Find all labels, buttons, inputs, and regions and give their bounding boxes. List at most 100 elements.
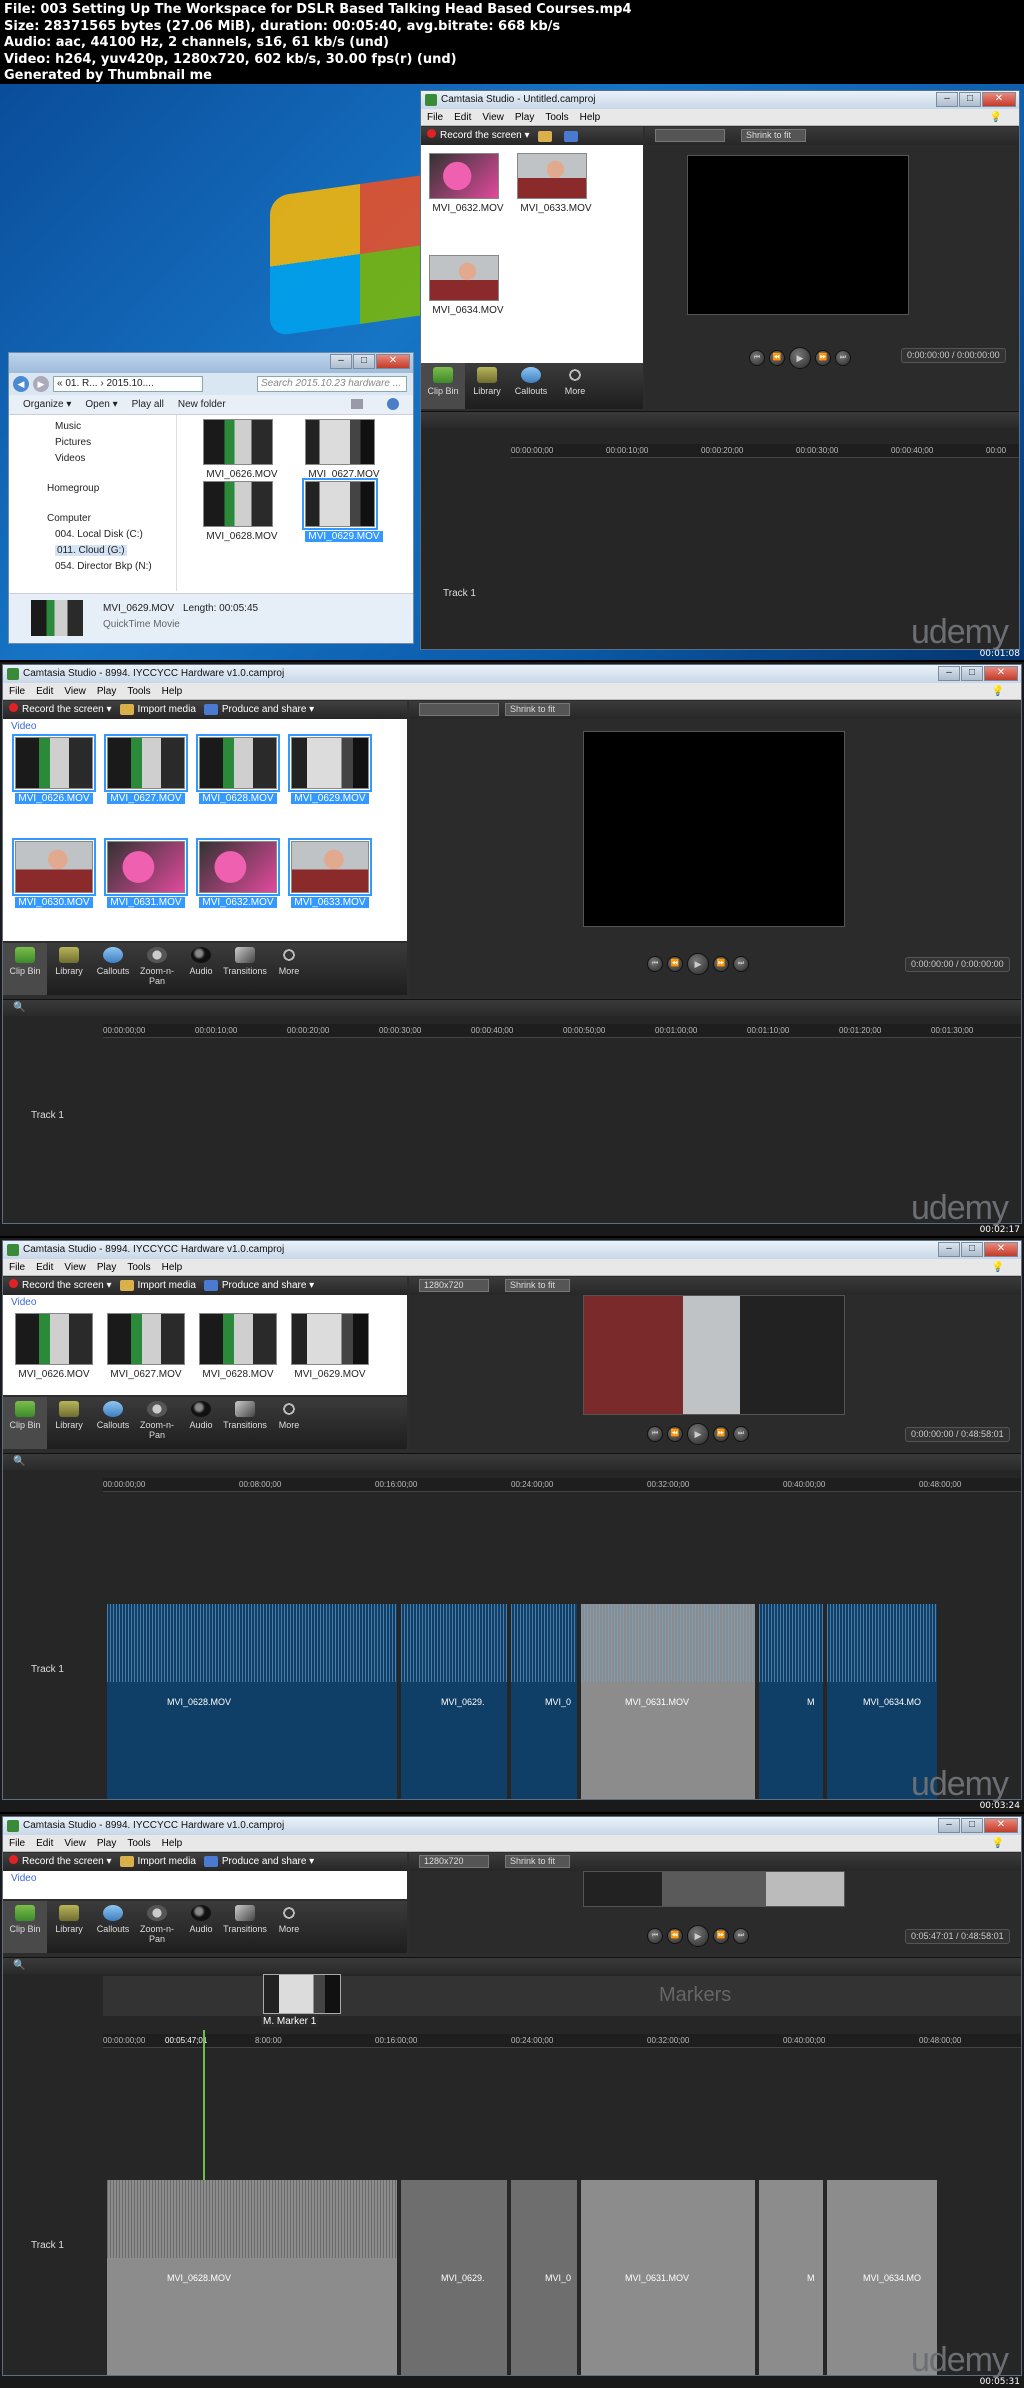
rewind-icon[interactable]: ⏪: [667, 1928, 683, 1944]
menu-edit[interactable]: Edit: [454, 112, 471, 123]
resolution-dropdown[interactable]: [655, 129, 725, 142]
help-bulb-icon[interactable]: 💡: [992, 1835, 1004, 1852]
zoom-dropdown[interactable]: Shrink to fit: [741, 129, 807, 142]
produce-share-button[interactable]: Produce and share ▾: [203, 1277, 314, 1295]
help-icon[interactable]: [387, 398, 399, 410]
clip-thumbnail[interactable]: MVI_0629.MOV: [288, 734, 372, 804]
minimize-icon[interactable]: –: [330, 354, 352, 369]
menu-play[interactable]: Play: [97, 686, 116, 697]
resolution-dropdown[interactable]: 1280x720: [419, 1855, 489, 1868]
play-all-button[interactable]: Play all: [132, 399, 164, 410]
minimize-icon[interactable]: –: [938, 1242, 960, 1257]
minimize-icon[interactable]: –: [938, 666, 960, 681]
play-icon[interactable]: ▶: [687, 1925, 709, 1947]
menu-help[interactable]: Help: [162, 1838, 183, 1849]
tab-more[interactable]: More: [267, 1901, 311, 1953]
maximize-icon[interactable]: □: [959, 92, 981, 107]
timeline-clip[interactable]: MVI_0629.: [401, 1604, 507, 1799]
search-box[interactable]: Search 2015.10.23 hardware ...: [257, 376, 407, 392]
maximize-icon[interactable]: □: [961, 666, 983, 681]
clip-thumbnail[interactable]: MVI_0627.MOV: [104, 734, 188, 804]
search-icon[interactable]: 🔍: [13, 1456, 25, 1467]
menu-tools[interactable]: Tools: [127, 1838, 150, 1849]
nav-item[interactable]: 054. Director Bkp (N:): [55, 561, 152, 572]
tab-clip-bin[interactable]: Clip Bin: [3, 1901, 47, 1953]
menu-play[interactable]: Play: [515, 112, 534, 123]
clip-thumbnail[interactable]: MVI_0633.MOV: [517, 153, 595, 214]
forward-icon[interactable]: ⏩: [815, 350, 831, 366]
menu-help[interactable]: Help: [162, 1262, 183, 1273]
clip-thumbnail[interactable]: MVI_0631.MOV: [104, 838, 188, 908]
address-bar[interactable]: « 01. R... › 2015.10....: [53, 376, 203, 392]
clip-thumbnail[interactable]: MVI_0633.MOV: [288, 838, 372, 908]
timeline-clip[interactable]: M: [759, 2180, 823, 2375]
forward-icon[interactable]: ⏩: [713, 1928, 729, 1944]
play-icon[interactable]: ▶: [687, 953, 709, 975]
nav-item[interactable]: 004. Local Disk (C:): [55, 529, 143, 540]
next-icon[interactable]: ⏭: [835, 350, 851, 366]
nav-item[interactable]: Computer: [47, 513, 91, 524]
clip-thumbnail[interactable]: MVI_0628.MOV: [196, 734, 280, 804]
menu-edit[interactable]: Edit: [36, 686, 53, 697]
help-bulb-icon[interactable]: 💡: [990, 109, 1002, 126]
record-screen-button[interactable]: Record the screen ▾: [9, 1853, 112, 1871]
menu-view[interactable]: View: [64, 686, 86, 697]
tab-library[interactable]: Library: [465, 363, 509, 409]
timeline-clip[interactable]: MVI_0631.MOV: [581, 1604, 755, 1799]
tab-clip-bin[interactable]: Clip Bin: [421, 363, 465, 409]
menu-tools[interactable]: Tools: [127, 1262, 150, 1273]
tab-callouts[interactable]: Callouts: [509, 363, 553, 409]
clip-thumbnail[interactable]: MVI_0630.MOV: [12, 838, 96, 908]
next-icon[interactable]: ⏭: [733, 956, 749, 972]
timeline-clip[interactable]: MVI_0: [511, 2180, 577, 2375]
timeline-clip[interactable]: MVI_0629.: [401, 2180, 507, 2375]
minimize-icon[interactable]: –: [938, 1818, 960, 1833]
tab-audio[interactable]: Audio: [179, 943, 223, 995]
tab-callouts[interactable]: Callouts: [91, 1901, 135, 1953]
menu-help[interactable]: Help: [162, 686, 183, 697]
menu-file[interactable]: File: [9, 1262, 25, 1273]
clip-thumbnail[interactable]: MVI_0626.MOV: [15, 1313, 93, 1380]
nav-item[interactable]: Videos: [55, 453, 85, 464]
tab-zoom-n-pan[interactable]: Zoom-n-Pan: [135, 943, 179, 995]
produce-share-button[interactable]: Produce and share ▾: [203, 1853, 314, 1871]
maximize-icon[interactable]: □: [353, 354, 375, 369]
zoom-dropdown[interactable]: Shrink to fit: [505, 1855, 571, 1868]
tab-more[interactable]: More: [267, 943, 311, 995]
close-icon[interactable]: ✕: [984, 1818, 1018, 1833]
resolution-dropdown[interactable]: 1280x720: [419, 1279, 489, 1292]
new-folder-button[interactable]: New folder: [178, 399, 226, 410]
tab-library[interactable]: Library: [47, 1901, 91, 1953]
record-screen-button[interactable]: Record the screen ▾: [427, 127, 530, 145]
file-thumbnail-selected[interactable]: MVI_0629.MOV: [302, 478, 383, 542]
tab-clip-bin[interactable]: Clip Bin: [3, 1397, 47, 1449]
close-icon[interactable]: ✕: [984, 666, 1018, 681]
forward-icon[interactable]: ⏩: [713, 956, 729, 972]
record-screen-button[interactable]: Record the screen ▾: [9, 701, 112, 719]
rewind-icon[interactable]: ⏪: [667, 1426, 683, 1442]
tab-callouts[interactable]: Callouts: [91, 1397, 135, 1449]
import-media-button[interactable]: Import media: [119, 1853, 196, 1871]
import-media-button[interactable]: Import media: [119, 701, 196, 719]
menu-play[interactable]: Play: [97, 1262, 116, 1273]
rewind-icon[interactable]: ⏪: [667, 956, 683, 972]
timeline-clip[interactable]: MVI_0628.MOV: [107, 1604, 397, 1799]
nav-item[interactable]: Homegroup: [47, 483, 99, 494]
rewind-icon[interactable]: ⏪: [769, 350, 785, 366]
timeline-clip[interactable]: MVI_0: [511, 1604, 577, 1799]
file-thumbnail[interactable]: MVI_0628.MOV: [203, 481, 281, 542]
play-icon[interactable]: ▶: [789, 347, 811, 369]
file-thumbnail[interactable]: MVI_0627.MOV: [305, 419, 383, 480]
clip-thumbnail[interactable]: MVI_0632.MOV: [196, 838, 280, 908]
menu-file[interactable]: File: [427, 112, 443, 123]
menu-play[interactable]: Play: [97, 1838, 116, 1849]
clip-thumbnail[interactable]: MVI_0626.MOV: [12, 734, 96, 804]
clip-thumbnail[interactable]: MVI_0632.MOV: [429, 153, 507, 214]
zoom-dropdown[interactable]: Shrink to fit: [505, 1279, 571, 1292]
clip-thumbnail[interactable]: MVI_0627.MOV: [107, 1313, 185, 1380]
organize-button[interactable]: Organize ▾: [23, 399, 71, 410]
produce-share-button[interactable]: Produce and share ▾: [203, 701, 314, 719]
prev-icon[interactable]: ⏮: [647, 1426, 663, 1442]
tab-audio[interactable]: Audio: [179, 1397, 223, 1449]
tab-transitions[interactable]: Transitions: [223, 943, 267, 995]
